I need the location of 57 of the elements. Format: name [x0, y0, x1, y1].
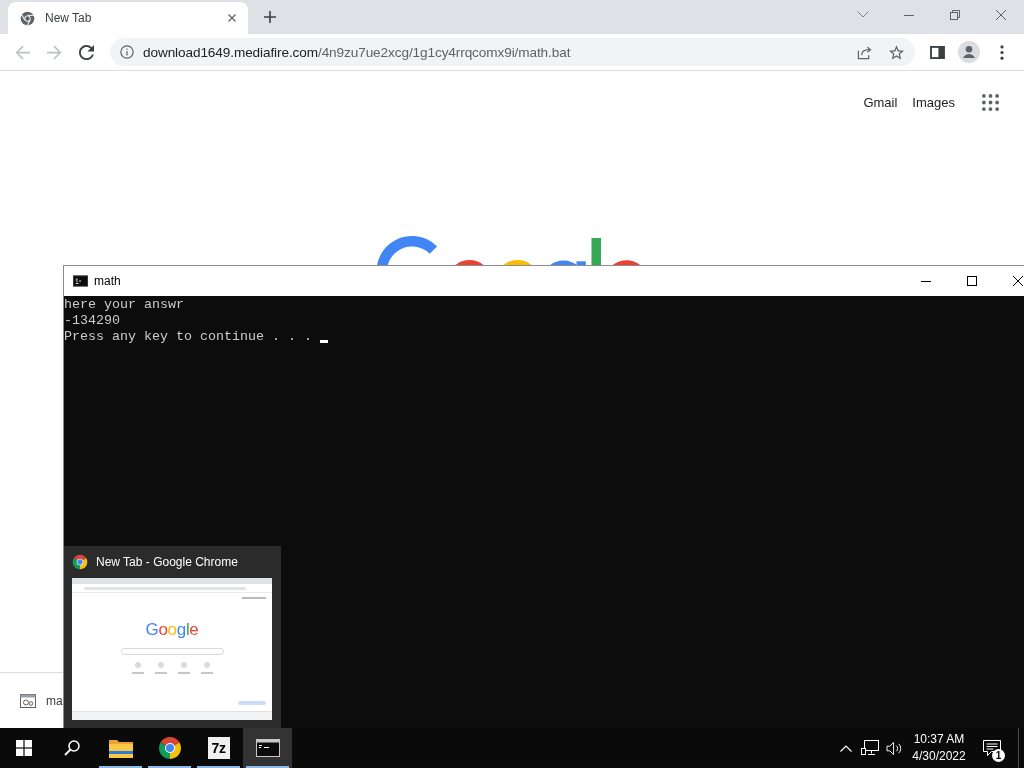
- notification-badge: 1: [992, 749, 1005, 762]
- search-icon: [64, 740, 80, 756]
- console-line: -134290: [64, 313, 120, 329]
- speaker-icon: [885, 740, 903, 756]
- thumbnail-shortcut-icon: [134, 662, 141, 668]
- thumbnail-header-links: [242, 597, 266, 599]
- right-arrow-icon: [46, 44, 62, 60]
- windows-logo-icon: [16, 740, 32, 756]
- window-title: math: [94, 274, 121, 288]
- apps-grid-icon: [981, 93, 999, 111]
- thumbnail-shortcut-icon: [157, 662, 164, 668]
- plus-icon: [264, 11, 276, 23]
- network-icon: [861, 740, 879, 756]
- minimize-icon: [921, 280, 931, 282]
- url-text: download1649.mediafire.com/4n9zu7ue2xcg/1g1cy4rrqcomx9i/math.bat: [143, 44, 571, 60]
- terminal-icon: [73, 275, 88, 287]
- browser-logo-icon: [157, 736, 182, 760]
- more-vertical-icon: [1000, 44, 1004, 60]
- restore-icon: [950, 10, 960, 20]
- chevron-down-icon: [857, 10, 869, 18]
- minimize-icon: [904, 14, 914, 16]
- window-thumbnail[interactable]: Google: [72, 578, 272, 720]
- side-panel-icon: [929, 45, 945, 59]
- info-icon: [120, 45, 134, 59]
- address-bar[interactable]: download1649.mediafire.com/4n9zu7ue2xcg/1g1cy4rrqcomx9i/math.bat: [110, 38, 915, 66]
- maximize-icon: [967, 276, 977, 286]
- close-icon: [996, 10, 1006, 20]
- close-icon: [228, 14, 236, 22]
- thumbnail-logo-text: Google: [145, 620, 199, 640]
- chevron-up-icon: [840, 744, 852, 752]
- avatar-icon: [958, 41, 980, 63]
- folder-icon: [108, 738, 133, 758]
- taskbar-app-button[interactable]: [243, 728, 292, 768]
- close-icon: [1013, 276, 1023, 286]
- thumbnail-shortcut-icon: [180, 662, 187, 668]
- star-icon: [888, 44, 904, 60]
- reload-icon: [78, 44, 94, 60]
- console-line: here your answr: [64, 297, 184, 313]
- app-logo: 7z: [207, 737, 230, 759]
- thumbnail-shortcut-icon: [203, 662, 210, 668]
- preview-title: New Tab - Google Chrome: [96, 555, 238, 569]
- console-line: Press any key to continue . . .: [64, 329, 312, 345]
- header-link[interactable]: Gmail: [863, 94, 898, 110]
- terminal-icon: [255, 739, 280, 757]
- profile-button[interactable]: [955, 38, 983, 66]
- left-arrow-icon: [14, 44, 30, 60]
- browser-logo-icon: [72, 554, 88, 570]
- file-icon: [20, 693, 36, 708]
- browser-logo-icon: [20, 10, 35, 26]
- taskbar-app-button[interactable]: 7z: [194, 728, 243, 768]
- share-icon: [856, 44, 872, 60]
- browser-tab[interactable]: New Tab: [8, 2, 248, 34]
- download-file-name[interactable]: ma: [46, 693, 63, 708]
- notification-button[interactable]: 1: [972, 728, 1012, 768]
- header-link[interactable]: Images: [912, 94, 955, 110]
- clock[interactable]: 10:37 AM 4/30/2022: [906, 728, 972, 768]
- thumbnail-customize-button: [238, 701, 266, 705]
